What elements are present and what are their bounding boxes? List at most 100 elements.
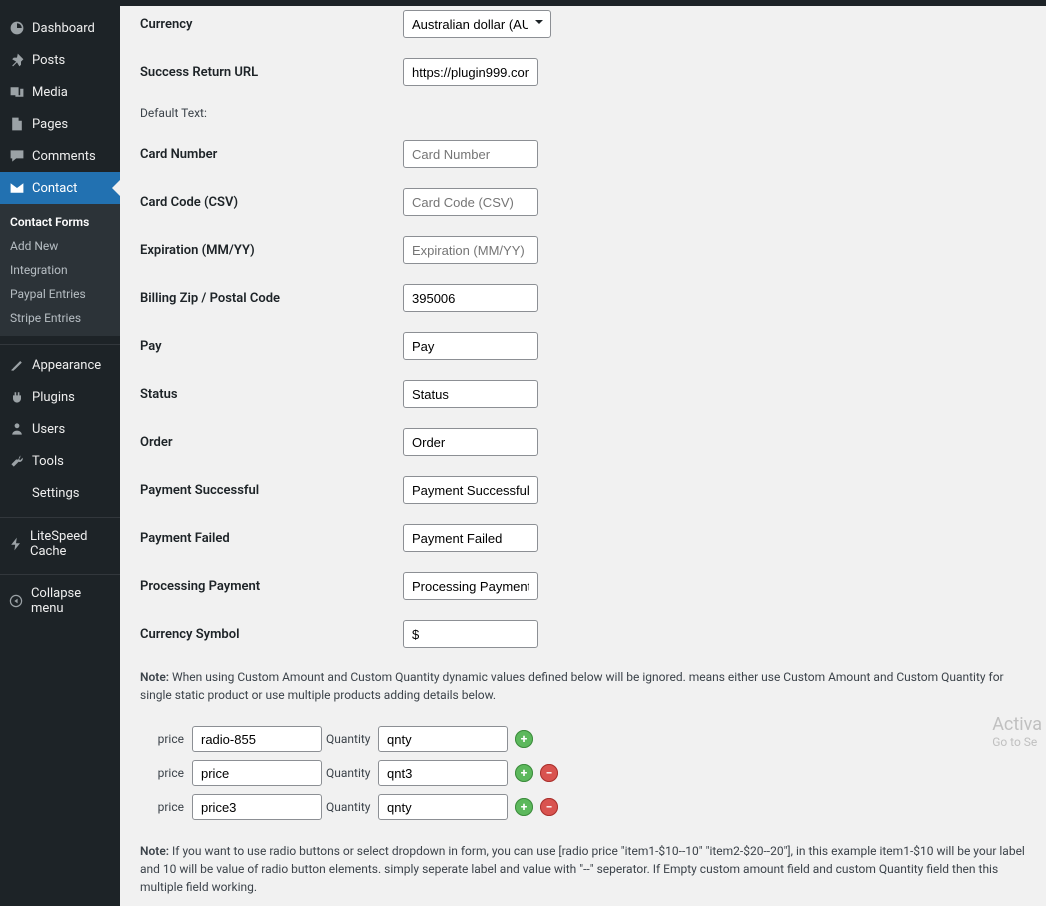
quantity-label: Quantity bbox=[326, 766, 374, 780]
collapse-icon bbox=[8, 592, 25, 610]
sidebar-label: Appearance bbox=[32, 358, 101, 373]
sidebar-item-collapse[interactable]: Collapse menu bbox=[0, 579, 120, 623]
payment-success-label: Payment Successful bbox=[140, 483, 403, 498]
price-input[interactable] bbox=[192, 794, 322, 820]
product-row: price Quantity + − bbox=[140, 756, 1026, 790]
sidebar-item-dashboard[interactable]: Dashboard bbox=[0, 12, 120, 44]
pin-icon bbox=[8, 51, 26, 69]
remove-row-icon[interactable]: − bbox=[540, 798, 558, 816]
processing-label: Processing Payment bbox=[140, 579, 403, 594]
product-row: price Quantity + bbox=[140, 722, 1026, 756]
sidebar-label: LiteSpeed Cache bbox=[30, 529, 112, 559]
submenu-integration[interactable]: Integration bbox=[0, 258, 120, 282]
sidebar-label: Contact bbox=[32, 181, 77, 196]
sidebar-item-contact[interactable]: Contact bbox=[0, 172, 120, 204]
sidebar-label: Comments bbox=[32, 149, 96, 164]
dashboard-icon bbox=[8, 19, 26, 37]
admin-topbar bbox=[0, 0, 1046, 6]
currency-label: Currency bbox=[140, 17, 403, 32]
price-input[interactable] bbox=[192, 760, 322, 786]
wrench-icon bbox=[8, 452, 26, 470]
order-input[interactable] bbox=[403, 428, 538, 456]
sidebar-item-posts[interactable]: Posts bbox=[0, 44, 120, 76]
card-number-label: Card Number bbox=[140, 147, 403, 162]
sidebar-label: Media bbox=[32, 85, 68, 100]
success-url-input[interactable] bbox=[403, 58, 538, 86]
sliders-icon bbox=[8, 484, 26, 502]
payment-failed-input[interactable] bbox=[403, 524, 538, 552]
sidebar-item-litespeed[interactable]: LiteSpeed Cache bbox=[0, 522, 120, 566]
quantity-input[interactable] bbox=[378, 760, 508, 786]
sidebar-label: Pages bbox=[32, 117, 68, 132]
expiration-input[interactable] bbox=[403, 236, 538, 264]
separator bbox=[0, 340, 120, 345]
card-code-input[interactable] bbox=[403, 188, 538, 216]
currency-symbol-label: Currency Symbol bbox=[140, 627, 403, 642]
price-label: price bbox=[140, 800, 188, 814]
pay-input[interactable] bbox=[403, 332, 538, 360]
expiration-label: Expiration (MM/YY) bbox=[140, 243, 403, 258]
quantity-input[interactable] bbox=[378, 726, 508, 752]
user-icon bbox=[8, 420, 26, 438]
card-code-label: Card Code (CSV) bbox=[140, 195, 403, 210]
quantity-label: Quantity bbox=[326, 800, 374, 814]
note-custom-amount: Note: When using Custom Amount and Custo… bbox=[140, 658, 1026, 714]
sidebar-item-appearance[interactable]: Appearance bbox=[0, 349, 120, 381]
sidebar-item-users[interactable]: Users bbox=[0, 413, 120, 445]
sidebar-item-settings[interactable]: Settings bbox=[0, 477, 120, 509]
currency-select[interactable]: Australian dollar (AUD) bbox=[403, 10, 551, 38]
submenu-contact-forms[interactable]: Contact Forms bbox=[0, 210, 120, 234]
sidebar-label: Users bbox=[32, 422, 65, 437]
plug-icon bbox=[8, 388, 26, 406]
add-row-icon[interactable]: + bbox=[515, 764, 533, 782]
status-label: Status bbox=[140, 387, 403, 402]
sidebar-item-plugins[interactable]: Plugins bbox=[0, 381, 120, 413]
submenu-stripe-entries[interactable]: Stripe Entries bbox=[0, 306, 120, 330]
default-text-header: Default Text: bbox=[140, 96, 1026, 130]
zip-label: Billing Zip / Postal Code bbox=[140, 291, 403, 306]
submenu-add-new[interactable]: Add New bbox=[0, 234, 120, 258]
separator bbox=[0, 570, 120, 575]
price-input[interactable] bbox=[192, 726, 322, 752]
sidebar-label: Collapse menu bbox=[31, 586, 112, 616]
page-icon bbox=[8, 115, 26, 133]
sidebar-label: Posts bbox=[32, 53, 65, 68]
sidebar-item-pages[interactable]: Pages bbox=[0, 108, 120, 140]
comment-icon bbox=[8, 147, 26, 165]
sidebar-item-media[interactable]: Media bbox=[0, 76, 120, 108]
separator bbox=[0, 513, 120, 518]
mail-icon bbox=[8, 179, 26, 197]
sidebar-item-comments[interactable]: Comments bbox=[0, 140, 120, 172]
success-url-label: Success Return URL bbox=[140, 65, 403, 80]
note-radio: Note: If you want to use radio buttons o… bbox=[140, 832, 1026, 906]
card-number-input[interactable] bbox=[403, 140, 538, 168]
sidebar-label: Plugins bbox=[32, 390, 75, 405]
sidebar-submenu: Contact Forms Add New Integration Paypal… bbox=[0, 204, 120, 336]
admin-sidebar: Dashboard Posts Media Pages Comments Con… bbox=[0, 0, 120, 906]
bolt-icon bbox=[8, 535, 24, 553]
add-row-icon[interactable]: + bbox=[515, 730, 533, 748]
price-label: price bbox=[140, 766, 188, 780]
quantity-input[interactable] bbox=[378, 794, 508, 820]
main-content: Currency Australian dollar (AUD) Success… bbox=[120, 0, 1046, 906]
media-icon bbox=[8, 83, 26, 101]
status-input[interactable] bbox=[403, 380, 538, 408]
remove-row-icon[interactable]: − bbox=[540, 764, 558, 782]
currency-symbol-input[interactable] bbox=[403, 620, 538, 648]
order-label: Order bbox=[140, 435, 403, 450]
submenu-paypal-entries[interactable]: Paypal Entries bbox=[0, 282, 120, 306]
brush-icon bbox=[8, 356, 26, 374]
sidebar-label: Tools bbox=[32, 454, 64, 469]
sidebar-item-tools[interactable]: Tools bbox=[0, 445, 120, 477]
add-row-icon[interactable]: + bbox=[515, 798, 533, 816]
price-label: price bbox=[140, 732, 188, 746]
sidebar-label: Settings bbox=[32, 486, 79, 501]
payment-success-input[interactable] bbox=[403, 476, 538, 504]
quantity-label: Quantity bbox=[326, 732, 374, 746]
processing-input[interactable] bbox=[403, 572, 538, 600]
sidebar-label: Dashboard bbox=[32, 21, 95, 36]
zip-input[interactable] bbox=[403, 284, 538, 312]
pay-label: Pay bbox=[140, 339, 403, 354]
product-rows: price Quantity + price Quantity + − pric… bbox=[140, 714, 1026, 832]
payment-failed-label: Payment Failed bbox=[140, 531, 403, 546]
